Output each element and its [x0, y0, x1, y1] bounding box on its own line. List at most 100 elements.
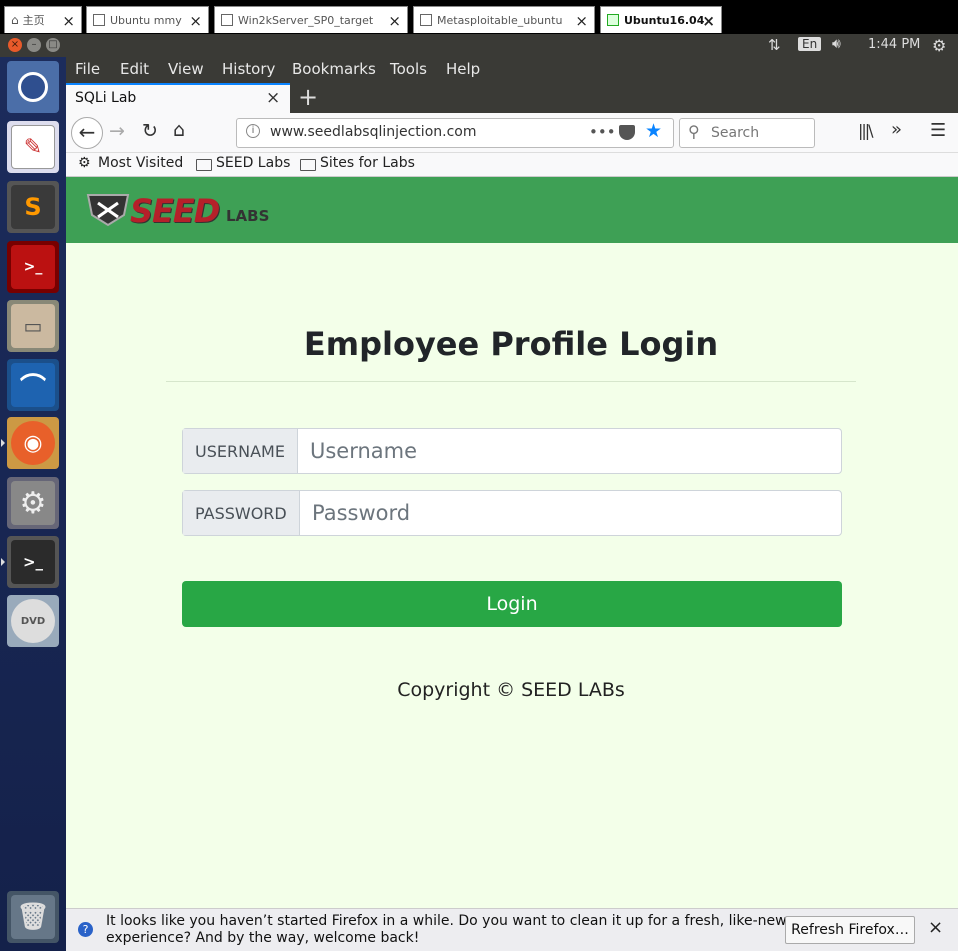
help-icon: ?: [78, 922, 93, 937]
clock[interactable]: 1:44 PM: [868, 37, 920, 52]
search-placeholder: Search: [711, 125, 760, 141]
firefox-window: File Edit View History Bookmarks Tools H…: [66, 57, 958, 951]
vm-tab-ubuntu-mmy[interactable]: Ubuntu mmy ×: [86, 6, 209, 33]
vm-tab-label: Ubuntu mmy: [110, 13, 182, 27]
bookmarks-toolbar: ⚙ Most Visited SEED Labs Sites for Labs: [66, 153, 958, 177]
dvd-icon[interactable]: DVD: [7, 595, 59, 647]
copyright-text: Copyright © SEED LABs: [397, 679, 625, 701]
close-icon[interactable]: ×: [62, 12, 75, 30]
close-icon[interactable]: ×: [702, 12, 715, 30]
close-icon[interactable]: ×: [189, 12, 202, 30]
close-icon[interactable]: ×: [266, 88, 280, 108]
username-input[interactable]: [298, 429, 838, 473]
firefox-icon[interactable]: ◉: [1, 417, 59, 469]
ubuntu-dash-icon[interactable]: [7, 61, 59, 113]
system-settings-icon[interactable]: ⚙: [7, 477, 59, 529]
refresh-firefox-button[interactable]: Refresh Firefox…: [785, 916, 915, 944]
gear-icon: ⚙: [78, 155, 91, 171]
vm-tab-bar: ⌂ 主页 × Ubuntu mmy × Win2kServer_SP0_targ…: [0, 0, 958, 34]
window-maximize-icon[interactable]: □: [46, 38, 60, 52]
terminal-icon[interactable]: >_: [1, 536, 59, 588]
keyboard-layout-indicator[interactable]: En: [798, 37, 822, 51]
menu-view[interactable]: View: [168, 60, 204, 78]
vm-icon: [221, 14, 233, 26]
sublime-text-icon[interactable]: S: [7, 181, 59, 233]
trash-icon[interactable]: 🗑︎: [7, 891, 59, 943]
site-header: SEED LABS: [66, 177, 958, 243]
library-icon[interactable]: |||\: [858, 121, 874, 140]
shield-icon: [86, 194, 130, 227]
close-icon[interactable]: ×: [575, 12, 588, 30]
vm-tab-label: 主页: [22, 14, 45, 27]
desktop: ⌂ 主页 × Ubuntu mmy × Win2kServer_SP0_targ…: [0, 0, 958, 951]
username-group: USERNAME: [182, 428, 842, 474]
seed-labs-logo[interactable]: SEED LABS: [84, 191, 284, 230]
vm-tab-label: Ubuntu16.04: [624, 13, 705, 27]
home-icon[interactable]: ⌂: [173, 119, 185, 141]
vm-icon: [420, 14, 432, 26]
new-tab-icon[interactable]: +: [298, 83, 318, 111]
tab-strip: SQLi Lab × +: [66, 83, 958, 113]
vm-running-icon: [607, 14, 619, 26]
tab-sqli-lab[interactable]: SQLi Lab ×: [66, 83, 290, 113]
page-content: SEED LABS Employee Profile Login USERNAM…: [66, 177, 958, 908]
tab-title: SQLi Lab: [75, 90, 137, 106]
menu-file[interactable]: File: [75, 60, 100, 78]
vm-tab-metasploitable[interactable]: Metasploitable_ubuntu ×: [413, 6, 595, 33]
navigation-toolbar: ← → ↻ ⌂ i www.seedlabsqlinjection.com ••…: [66, 113, 958, 153]
vm-icon: [93, 14, 105, 26]
menu-bar: File Edit View History Bookmarks Tools H…: [66, 57, 958, 83]
close-icon[interactable]: ×: [388, 12, 401, 30]
page-actions-icon[interactable]: •••: [589, 123, 616, 141]
pocket-icon[interactable]: [619, 125, 635, 140]
menu-help[interactable]: Help: [446, 60, 480, 78]
password-input[interactable]: [300, 491, 838, 535]
url-text[interactable]: www.seedlabsqlinjection.com: [270, 124, 476, 140]
top-panel: × – □ ⇅ En 🔊︎ 1:44 PM ⚙: [0, 34, 958, 57]
bookmark-most-visited[interactable]: Most Visited: [98, 155, 183, 171]
bookmark-sites-for-labs[interactable]: Sites for Labs: [320, 155, 415, 171]
bookmark-seed-labs[interactable]: SEED Labs: [216, 155, 290, 171]
reload-icon[interactable]: ↻: [142, 120, 158, 142]
vm-tab-ubuntu1604[interactable]: Ubuntu16.04 ×: [600, 6, 722, 33]
info-icon[interactable]: i: [246, 124, 260, 138]
menu-bookmarks[interactable]: Bookmarks: [292, 60, 376, 78]
vm-tab-label: Metasploitable_ubuntu: [437, 13, 563, 27]
search-bar[interactable]: ⚲ Search: [679, 118, 815, 148]
logo-seed-text: SEED: [130, 192, 220, 230]
vm-tab-win2kserver[interactable]: Win2kServer_SP0_target ×: [214, 6, 408, 33]
window-minimize-icon[interactable]: –: [27, 38, 41, 52]
home-icon: ⌂: [11, 13, 19, 27]
close-icon[interactable]: ×: [928, 917, 943, 938]
menu-history[interactable]: History: [222, 60, 275, 78]
login-button[interactable]: Login: [182, 581, 842, 627]
gear-icon[interactable]: ⚙: [932, 36, 946, 55]
folder-icon: [300, 159, 316, 171]
overflow-chevron-icon[interactable]: »: [891, 119, 902, 140]
divider: [166, 381, 856, 382]
text-editor-icon[interactable]: ✎: [7, 121, 59, 173]
hamburger-menu-icon[interactable]: ☰: [930, 120, 946, 141]
back-icon[interactable]: ←: [71, 117, 103, 149]
volume-icon[interactable]: 🔊︎: [832, 36, 841, 52]
bookmark-star-icon[interactable]: ★: [645, 120, 662, 142]
page-title: Employee Profile Login: [303, 325, 719, 363]
network-icon[interactable]: ⇅: [768, 36, 781, 54]
terminator-icon[interactable]: >_: [7, 241, 59, 293]
file-archiver-icon[interactable]: ▭: [7, 300, 59, 352]
launcher: ✎ S >_ ▭ ⌒ ◉ ⚙ >_ DVD 🗑︎: [0, 57, 66, 951]
notification-line-2: experience? And by the way, welcome back…: [106, 930, 420, 946]
vm-tab-label: Win2kServer_SP0_target: [238, 13, 374, 27]
wireshark-icon[interactable]: ⌒: [7, 359, 59, 411]
notification-line-1: It looks like you haven’t started Firefo…: [106, 913, 787, 929]
logo-labs-text: LABS: [226, 207, 270, 225]
username-label: USERNAME: [183, 429, 298, 473]
menu-edit[interactable]: Edit: [120, 60, 149, 78]
forward-icon[interactable]: →: [109, 120, 125, 142]
menu-tools[interactable]: Tools: [390, 60, 427, 78]
window-close-icon[interactable]: ×: [8, 38, 22, 52]
password-label: PASSWORD: [183, 491, 300, 535]
vm-tab-home[interactable]: ⌂ 主页 ×: [4, 6, 82, 33]
url-bar[interactable]: i www.seedlabsqlinjection.com ••• ★: [236, 118, 674, 148]
password-group: PASSWORD: [182, 490, 842, 536]
